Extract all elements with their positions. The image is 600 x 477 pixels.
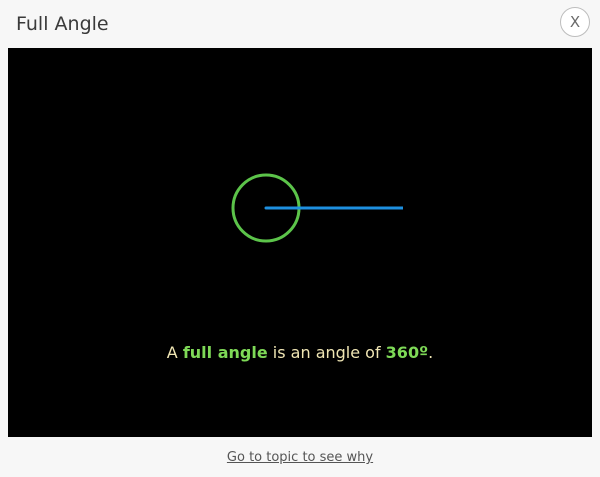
angle-vertex [264,206,268,210]
caption-suffix: . [428,343,434,362]
caption-middle: is an angle of [267,343,386,362]
definition-caption: A full angle is an angle of 360º. [8,342,592,364]
caption-term: full angle [182,343,268,362]
go-to-topic-link[interactable]: Go to topic to see why [0,450,600,465]
dialog-title: Full Angle [16,13,109,35]
dialog: Full Angle X A full angle is an angle of… [0,0,600,477]
close-button[interactable]: X [560,7,590,37]
dialog-footer: Go to topic to see why [0,437,600,477]
full-angle-diagram [231,173,403,243]
illustration-stage: A full angle is an angle of 360º. [8,48,592,437]
caption-prefix: A [166,343,183,362]
dialog-header: Full Angle X [0,0,600,48]
caption-value: 360º [385,343,429,362]
